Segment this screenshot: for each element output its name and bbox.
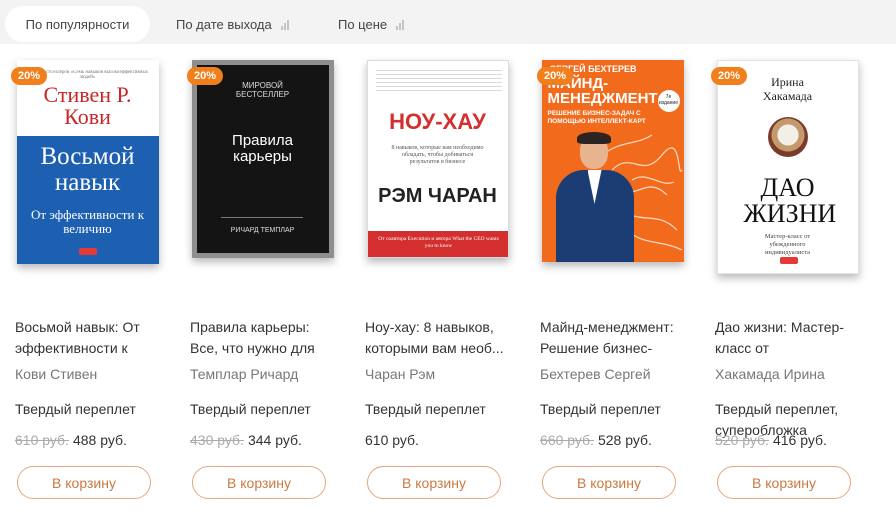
current-price: 488 руб. <box>72 432 127 448</box>
product-card: МИРОВОЙ БЕСТСЕЛЛЕР Правила карьеры РИЧАР… <box>175 60 350 520</box>
cover-title: ДАО ЖИЗНИ <box>743 173 837 228</box>
product-author[interactable]: Бехтерев Сергей <box>540 366 651 382</box>
cover-author: Стивен Р. Кови <box>43 82 132 129</box>
current-price: 416 руб. <box>772 432 827 448</box>
book-cover: МИРОВОЙ БЕСТСЕЛЛЕР Правила карьеры РИЧАР… <box>191 60 334 258</box>
cover-subtitle: Мастер-класс от убежденного индивидуалис… <box>764 233 811 256</box>
book-cover: СЕРГЕЙ БЕХТЕРЕВ МАЙНД-МЕНЕДЖМЕНТ РЕШЕНИЕ… <box>541 60 684 262</box>
add-to-cart-button[interactable]: В корзину <box>542 466 676 499</box>
old-price: 520 руб. <box>715 432 769 448</box>
add-to-cart-button[interactable]: В корзину <box>17 466 151 499</box>
cover-author: РИЧАРД ТЕМПЛАР <box>230 227 295 234</box>
cover-link[interactable]: Ирина Хакамада ДАО ЖИЗНИ Мастер-класс от… <box>700 60 875 290</box>
sort-tab-release-date[interactable]: По дате выхода <box>176 6 289 42</box>
product-price: 430 руб. 344 руб. <box>190 432 302 448</box>
cover-link[interactable]: СЕРГЕЙ БЕХТЕРЕВ МАЙНД-МЕНЕДЖМЕНТ РЕШЕНИЕ… <box>525 60 700 290</box>
cover-subtitle: 8 навыков, которые вам необходимо облада… <box>391 145 484 165</box>
sort-bars-icon <box>280 19 289 30</box>
cover-subtitle: РЕШЕНИЕ БИЗНЕС-ЗАДАЧ С ПОМОЩЬЮ ИНТЕЛЛЕКТ… <box>547 110 646 125</box>
discount-badge: 20% <box>711 67 747 85</box>
cover-author: РЭМ ЧАРАН <box>378 185 497 207</box>
product-author[interactable]: Хакамада Ирина <box>715 366 825 382</box>
sort-tab-label: По дате выхода <box>176 16 272 32</box>
product-title[interactable]: Восьмой навык: От эффективности к <box>15 317 165 359</box>
sort-tab-label: По цене <box>338 16 388 32</box>
cover-bottom-text: От соавтора Execution и автора What the … <box>378 236 499 249</box>
add-to-cart-button[interactable]: В корзину <box>192 466 326 499</box>
sort-bars-icon <box>396 19 405 30</box>
discount-badge: 20% <box>187 67 223 85</box>
product-format: Твердый переплет <box>540 401 661 417</box>
product-author[interactable]: Темплар Ричард <box>190 366 298 382</box>
product-title[interactable]: Ноу-хау: 8 навыков, которыми вам необ... <box>365 317 515 359</box>
product-title[interactable]: Майнд-менеджмент: Решение бизнес- <box>540 317 690 359</box>
author-photo-hair <box>576 132 611 144</box>
old-price: 660 руб. <box>540 432 594 448</box>
cover-title: Восьмой навык <box>40 143 135 196</box>
cover-title: НОУ-ХАУ <box>389 109 486 134</box>
sort-tab-popularity[interactable]: По популярности <box>5 6 150 42</box>
product-author[interactable]: Кови Стивен <box>15 366 97 382</box>
edition-badge: 7е издание <box>657 90 680 112</box>
product-title[interactable]: Дао жизни: Мастер-класс от <box>715 317 865 359</box>
old-price: 610 руб. <box>15 432 69 448</box>
product-price: 610 руб. <box>365 432 419 448</box>
product-price: 610 руб. 488 руб. <box>15 432 127 448</box>
book-cover: Автор бестселлеров «Семь навыков высокоэ… <box>16 60 159 264</box>
cover-illustration <box>767 117 808 157</box>
cover-link[interactable]: НОУ-ХАУ 8 навыков, которые вам необходим… <box>350 60 525 290</box>
current-price: 344 руб. <box>247 432 302 448</box>
product-format: Твердый переплет <box>190 401 311 417</box>
add-to-cart-button[interactable]: В корзину <box>717 466 851 499</box>
product-card: НОУ-ХАУ 8 навыков, которые вам необходим… <box>350 60 525 520</box>
cover-divider <box>220 217 303 218</box>
product-card: СЕРГЕЙ БЕХТЕРЕВ МАЙНД-МЕНЕДЖМЕНТ РЕШЕНИЕ… <box>525 60 700 520</box>
product-format: Твердый переплет <box>365 401 486 417</box>
cover-subtitle: От эффективности к величию <box>30 207 145 236</box>
old-price: 430 руб. <box>190 432 244 448</box>
book-cover: НОУ-ХАУ 8 навыков, которые вам необходим… <box>366 60 509 258</box>
cover-link[interactable]: МИРОВОЙ БЕСТСЕЛЛЕР Правила карьеры РИЧАР… <box>175 60 350 290</box>
sort-bar: По популярности По дате выхода По цене <box>0 0 896 44</box>
publisher-logo <box>78 248 97 255</box>
product-price: 660 руб. 528 руб. <box>540 432 652 448</box>
sort-tab-label: По популярности <box>25 16 130 32</box>
product-card: Автор бестселлеров «Семь навыков высокоэ… <box>0 60 175 520</box>
product-card: Ирина Хакамада ДАО ЖИЗНИ Мастер-класс от… <box>700 60 875 520</box>
discount-badge: 20% <box>11 67 47 85</box>
discount-badge: 20% <box>537 67 573 85</box>
current-price: 528 руб. <box>597 432 652 448</box>
cover-link[interactable]: Автор бестселлеров «Семь навыков высокоэ… <box>0 60 175 290</box>
book-cover: Ирина Хакамада ДАО ЖИЗНИ Мастер-класс от… <box>716 60 859 274</box>
product-title[interactable]: Правила карьеры: Все, что нужно для <box>190 317 340 359</box>
sort-tab-price[interactable]: По цене <box>338 6 405 42</box>
cover-quote-lines <box>375 67 502 91</box>
cover-title: Правила карьеры <box>232 132 293 165</box>
publisher-logo <box>779 257 798 264</box>
product-price: 520 руб. 416 руб. <box>715 432 827 448</box>
add-to-cart-button[interactable]: В корзину <box>367 466 501 499</box>
product-author[interactable]: Чаран Рэм <box>365 366 435 382</box>
current-price: 610 руб. <box>365 432 419 448</box>
product-format: Твердый переплет <box>15 401 136 417</box>
